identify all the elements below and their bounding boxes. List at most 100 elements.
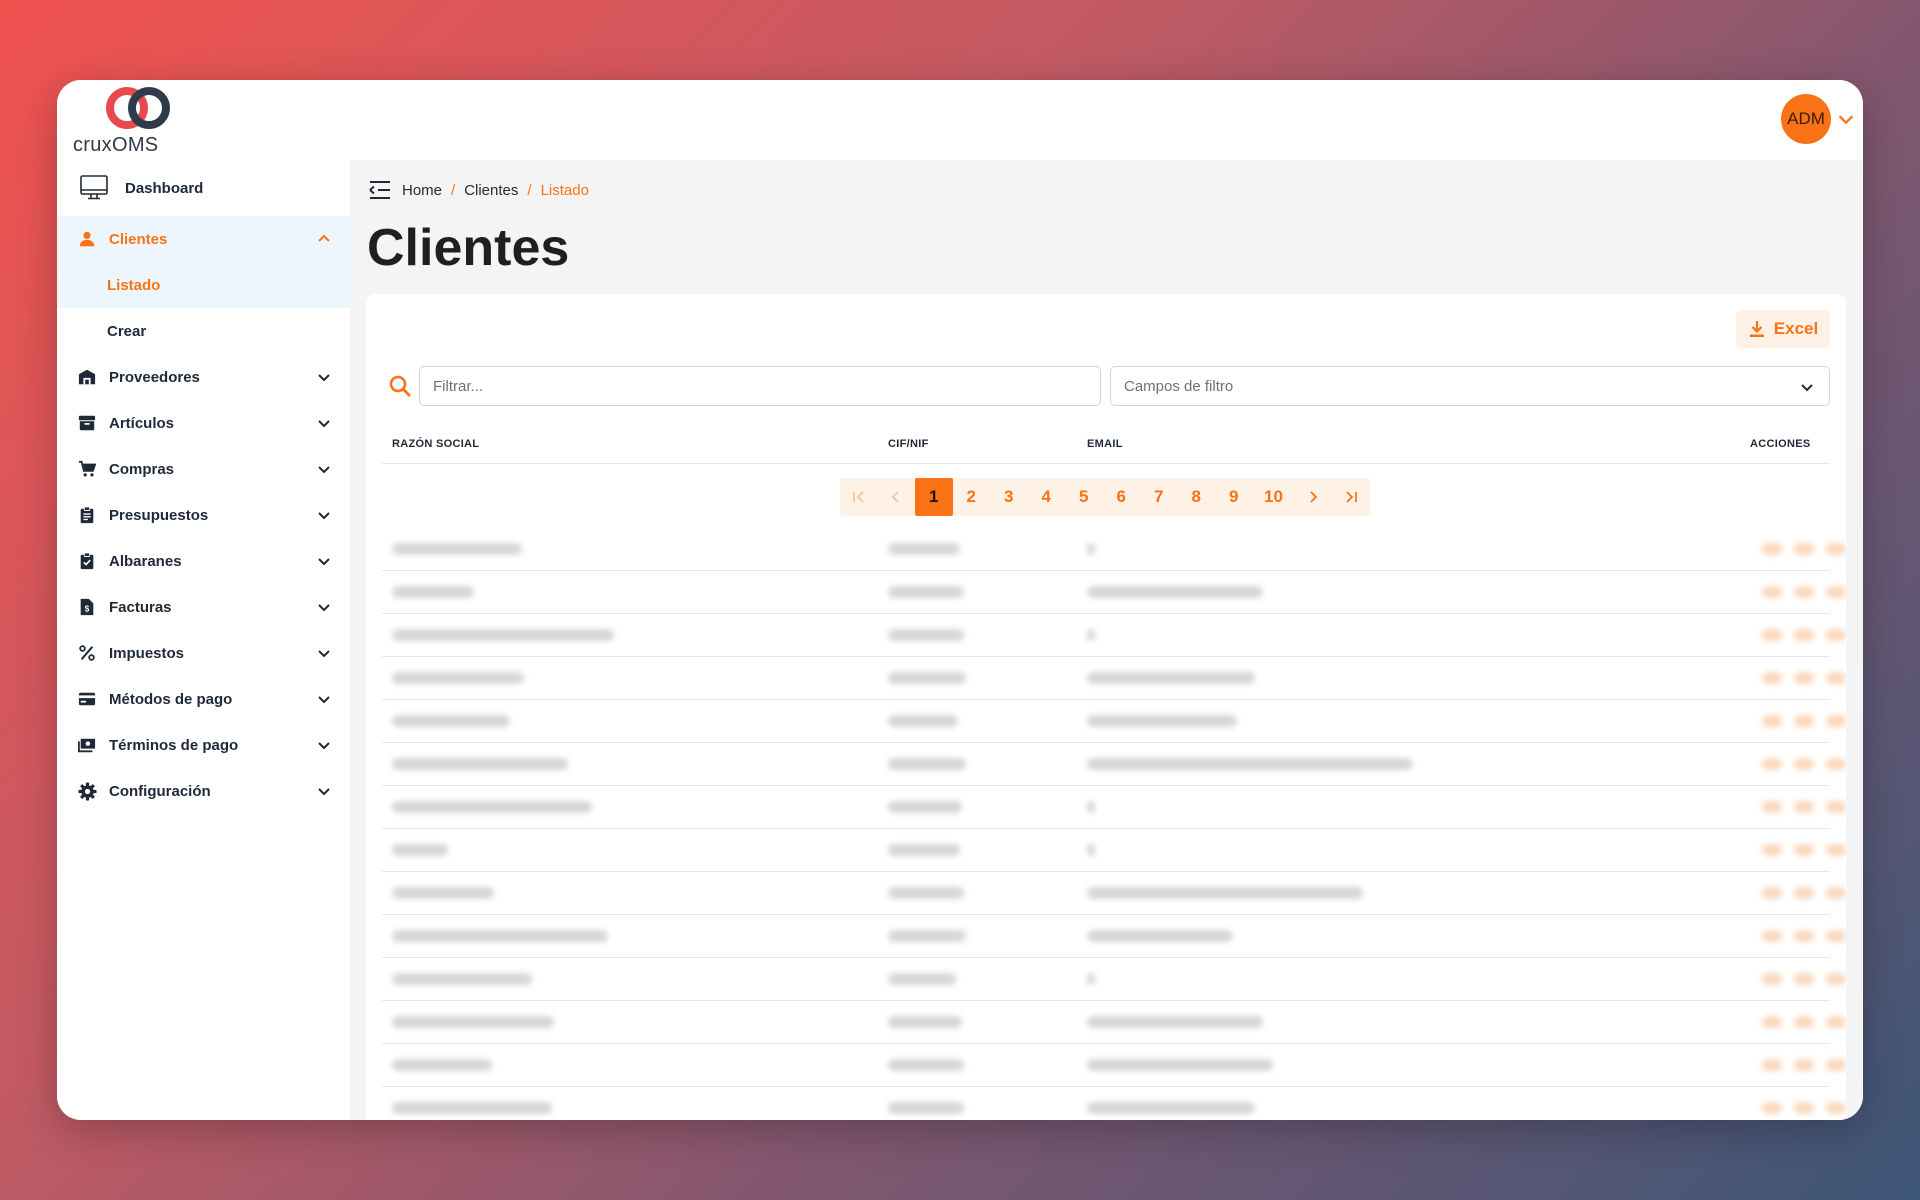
sidebar-item-clientes[interactable]: Clientes <box>57 216 350 262</box>
row-action-icon[interactable] <box>1794 715 1814 727</box>
table-row[interactable] <box>382 786 1846 829</box>
avatar[interactable]: ADM <box>1781 94 1831 144</box>
row-action-icon[interactable] <box>1762 844 1782 856</box>
page-button[interactable]: 2 <box>953 478 991 516</box>
row-action-icon[interactable] <box>1826 672 1846 684</box>
first-page-button[interactable] <box>840 478 878 516</box>
table-row[interactable] <box>382 700 1846 743</box>
redacted-cell <box>888 887 964 899</box>
sidebar-item-impuestos[interactable]: Impuestos <box>57 630 350 676</box>
table-row[interactable] <box>382 872 1846 915</box>
sidebar-item-compras[interactable]: Compras <box>57 446 350 492</box>
page-button[interactable]: 5 <box>1065 478 1103 516</box>
row-action-icon[interactable] <box>1794 973 1814 985</box>
page-button[interactable]: 9 <box>1215 478 1253 516</box>
sidebar-item-proveedores[interactable]: Proveedores <box>57 354 350 400</box>
column-header-email[interactable]: EMAIL <box>1087 438 1123 450</box>
table-row[interactable] <box>382 1044 1846 1087</box>
sidebar-item-dashboard[interactable]: Dashboard <box>57 160 350 216</box>
user-menu[interactable]: ADM <box>1781 94 1857 144</box>
row-action-icon[interactable] <box>1794 758 1814 770</box>
row-action-icon[interactable] <box>1826 1016 1846 1028</box>
row-action-icon[interactable] <box>1794 586 1814 598</box>
row-action-icon[interactable] <box>1794 1016 1814 1028</box>
row-action-icon[interactable] <box>1762 672 1782 684</box>
page-button[interactable]: 4 <box>1028 478 1066 516</box>
row-action-icon[interactable] <box>1826 715 1846 727</box>
row-action-icon[interactable] <box>1826 844 1846 856</box>
page-button[interactable]: 10 <box>1253 478 1295 516</box>
row-action-icon[interactable] <box>1794 1059 1814 1071</box>
sidebar-item-articulos[interactable]: Artículos <box>57 400 350 446</box>
row-action-icon[interactable] <box>1762 1016 1782 1028</box>
logo[interactable]: cruxOMS <box>73 86 203 156</box>
row-action-icon[interactable] <box>1794 844 1814 856</box>
chevron-down-icon <box>318 512 330 520</box>
row-action-icon[interactable] <box>1762 586 1782 598</box>
table-row[interactable] <box>382 743 1846 786</box>
row-action-icon[interactable] <box>1826 973 1846 985</box>
sidebar-item-terminos-pago[interactable]: Términos de pago <box>57 722 350 768</box>
page-button[interactable]: 3 <box>990 478 1028 516</box>
row-action-icon[interactable] <box>1826 586 1846 598</box>
prev-page-button[interactable] <box>878 478 916 516</box>
sidebar-item-metodos-pago[interactable]: Métodos de pago <box>57 676 350 722</box>
chevron-up-icon <box>318 234 330 242</box>
row-action-icon[interactable] <box>1826 887 1846 899</box>
row-action-icon[interactable] <box>1762 887 1782 899</box>
row-action-icon[interactable] <box>1762 543 1782 555</box>
table-row[interactable] <box>382 657 1846 700</box>
row-action-icon[interactable] <box>1826 1102 1846 1114</box>
next-page-button[interactable] <box>1295 478 1333 516</box>
chevron-down-icon[interactable] <box>1835 108 1857 130</box>
column-header-razon-social[interactable]: RAZÓN SOCIAL <box>392 438 479 450</box>
row-action-icon[interactable] <box>1794 1102 1814 1114</box>
column-header-cif-nif[interactable]: CIF/NIF <box>888 438 929 450</box>
page-button[interactable]: 1 <box>915 478 953 516</box>
row-action-icon[interactable] <box>1762 629 1782 641</box>
row-action-icon[interactable] <box>1762 715 1782 727</box>
row-action-icon[interactable] <box>1762 758 1782 770</box>
table-row[interactable] <box>382 571 1846 614</box>
row-action-icon[interactable] <box>1794 672 1814 684</box>
table-row[interactable] <box>382 958 1846 1001</box>
filter-input[interactable] <box>419 366 1101 406</box>
row-action-icon[interactable] <box>1762 1102 1782 1114</box>
row-action-icon[interactable] <box>1826 930 1846 942</box>
row-action-icon[interactable] <box>1794 629 1814 641</box>
sidebar-subitem-crear[interactable]: Crear <box>57 308 350 354</box>
breadcrumb-section[interactable]: Clientes <box>464 182 518 199</box>
page-button[interactable]: 8 <box>1178 478 1216 516</box>
excel-export-button[interactable]: Excel <box>1736 310 1830 348</box>
row-action-icon[interactable] <box>1794 930 1814 942</box>
row-action-icon[interactable] <box>1826 1059 1846 1071</box>
last-page-button[interactable] <box>1332 478 1370 516</box>
sidebar-item-albaranes[interactable]: Albaranes <box>57 538 350 584</box>
page-button[interactable]: 7 <box>1140 478 1178 516</box>
sidebar-item-facturas[interactable]: $ Facturas <box>57 584 350 630</box>
sidebar-item-configuracion[interactable]: Configuración <box>57 768 350 814</box>
row-action-icon[interactable] <box>1794 543 1814 555</box>
row-action-icon[interactable] <box>1762 973 1782 985</box>
filter-fields-select[interactable]: Campos de filtro <box>1110 366 1830 406</box>
row-action-icon[interactable] <box>1826 543 1846 555</box>
row-action-icon[interactable] <box>1826 758 1846 770</box>
row-action-icon[interactable] <box>1762 801 1782 813</box>
row-action-icon[interactable] <box>1826 801 1846 813</box>
row-action-icon[interactable] <box>1762 930 1782 942</box>
row-action-icon[interactable] <box>1794 801 1814 813</box>
sidebar-item-presupuestos[interactable]: Presupuestos <box>57 492 350 538</box>
row-action-icon[interactable] <box>1826 629 1846 641</box>
row-action-icon[interactable] <box>1794 887 1814 899</box>
table-row[interactable] <box>382 915 1846 958</box>
table-row[interactable] <box>382 528 1846 571</box>
table-row[interactable] <box>382 1087 1846 1120</box>
table-row[interactable] <box>382 1001 1846 1044</box>
row-action-icon[interactable] <box>1762 1059 1782 1071</box>
breadcrumb-home[interactable]: Home <box>402 182 442 199</box>
page-button[interactable]: 6 <box>1103 478 1141 516</box>
table-row[interactable] <box>382 829 1846 872</box>
sidebar-subitem-listado[interactable]: Listado <box>57 262 350 308</box>
menu-collapse-icon[interactable] <box>368 178 392 202</box>
table-row[interactable] <box>382 614 1846 657</box>
